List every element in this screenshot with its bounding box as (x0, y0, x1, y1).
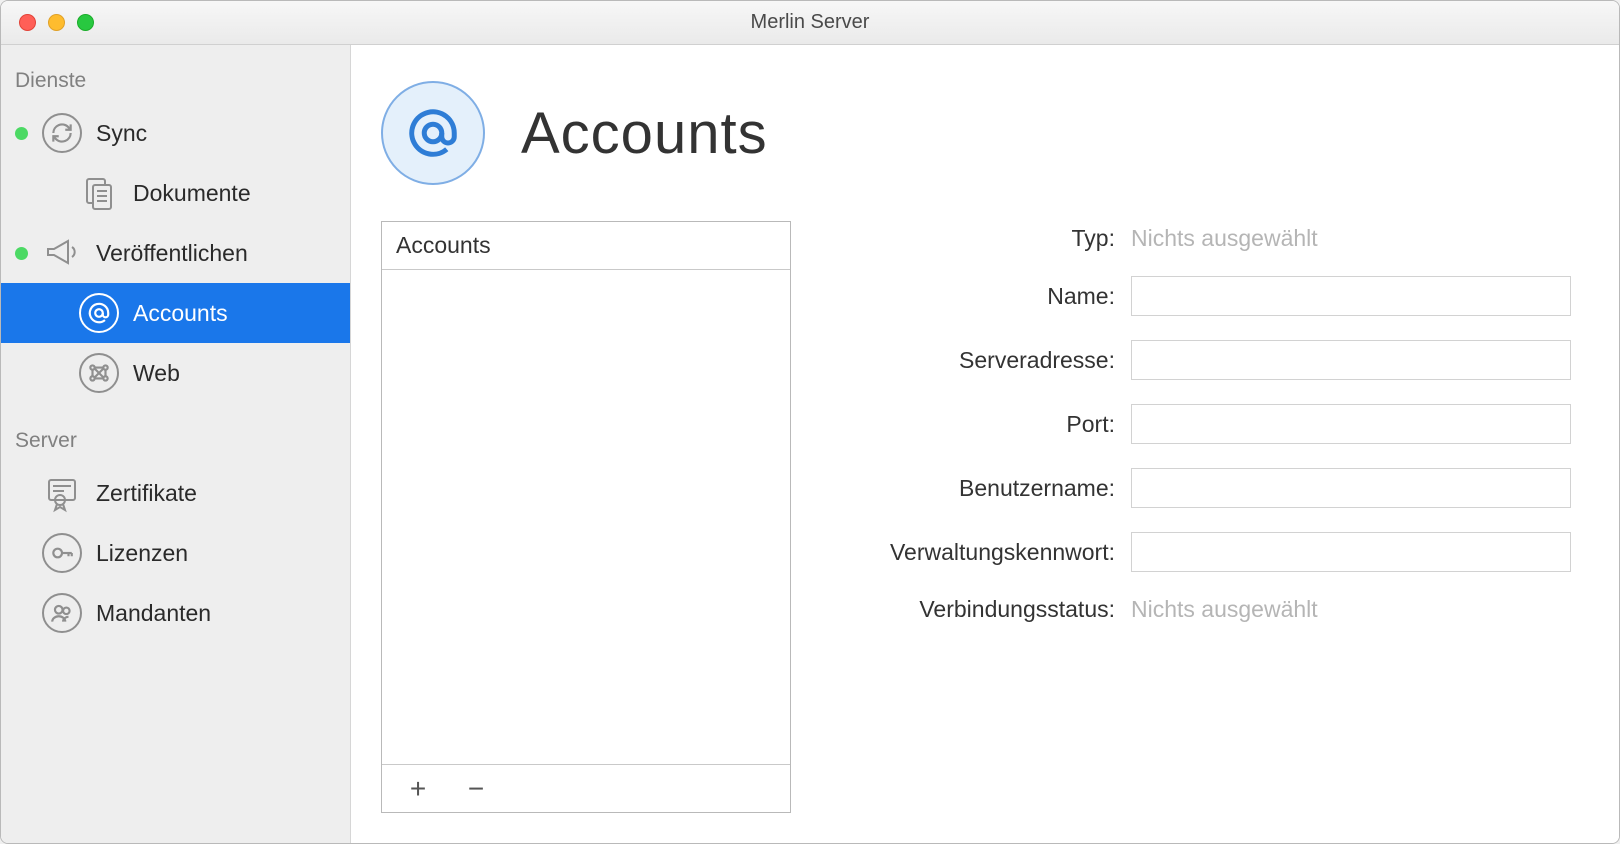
username-field[interactable] (1131, 468, 1571, 508)
sidebar-item-label: Mandanten (96, 600, 211, 627)
sidebar-item-label: Dokumente (133, 180, 251, 207)
remove-account-button[interactable]: − (462, 775, 490, 803)
status-dot-icon (15, 247, 28, 260)
accounts-list-body[interactable] (382, 270, 790, 764)
sidebar-item-veroeffentlichen[interactable]: Veröffentlichen (1, 223, 350, 283)
add-account-button[interactable]: + (404, 775, 432, 803)
sidebar-item-web[interactable]: Web (1, 343, 350, 403)
sidebar-item-label: Web (133, 360, 180, 387)
window-title: Merlin Server (1, 11, 1619, 34)
at-sign-icon (381, 81, 485, 185)
port-label: Port: (815, 411, 1115, 438)
accounts-list-footer: + − (382, 764, 790, 812)
key-icon (42, 533, 82, 573)
sidebar-section-dienste: Dienste (1, 63, 350, 103)
sidebar-item-label: Lizenzen (96, 540, 188, 567)
username-label: Benutzername: (815, 475, 1115, 502)
name-label: Name: (815, 283, 1115, 310)
sidebar-item-accounts[interactable]: Accounts (1, 283, 350, 343)
connectionstatus-label: Verbindungsstatus: (815, 596, 1115, 623)
accounts-list-header: Accounts (382, 222, 790, 270)
sidebar-item-dokumente[interactable]: Dokumente (1, 163, 350, 223)
titlebar[interactable]: Merlin Server (1, 1, 1619, 45)
sidebar: Dienste Sync (1, 45, 351, 843)
name-field[interactable] (1131, 276, 1571, 316)
main-content: Accounts Accounts + − Typ: Nichts ausgew… (351, 45, 1619, 843)
password-label: Verwaltungskennwort: (815, 539, 1115, 566)
type-value: Nichts ausgewählt (1131, 225, 1318, 252)
window-close-button[interactable] (19, 14, 36, 31)
main-header: Accounts (381, 75, 1571, 221)
sidebar-section-server: Server (1, 403, 350, 463)
connectionstatus-value: Nichts ausgewählt (1131, 596, 1318, 623)
at-sign-icon (79, 293, 119, 333)
status-dot-icon (15, 127, 28, 140)
sidebar-item-label: Zertifikate (96, 480, 197, 507)
password-field[interactable] (1131, 532, 1571, 572)
megaphone-icon (42, 233, 82, 273)
sidebar-item-label: Accounts (133, 300, 228, 327)
window-zoom-button[interactable] (77, 14, 94, 31)
serveraddress-field[interactable] (1131, 340, 1571, 380)
sidebar-item-label: Veröffentlichen (96, 240, 248, 267)
window-minimize-button[interactable] (48, 14, 65, 31)
sidebar-item-mandanten[interactable]: Mandanten (1, 583, 350, 643)
window: Merlin Server Dienste Sync (0, 0, 1620, 844)
users-icon (42, 593, 82, 633)
traffic-lights (1, 14, 94, 31)
sidebar-item-label: Sync (96, 120, 147, 147)
sidebar-item-sync[interactable]: Sync (1, 103, 350, 163)
page-title: Accounts (521, 100, 768, 167)
account-form: Typ: Nichts ausgewählt Name: Serveradres… (815, 221, 1571, 813)
serveraddress-label: Serveradresse: (815, 347, 1115, 374)
sidebar-item-zertifikate[interactable]: Zertifikate (1, 463, 350, 523)
sidebar-item-lizenzen[interactable]: Lizenzen (1, 523, 350, 583)
certificate-icon (42, 473, 82, 513)
documents-icon (79, 173, 119, 213)
network-icon (79, 353, 119, 393)
port-field[interactable] (1131, 404, 1571, 444)
accounts-listbox: Accounts + − (381, 221, 791, 813)
type-label: Typ: (815, 225, 1115, 252)
sync-icon (42, 113, 82, 153)
